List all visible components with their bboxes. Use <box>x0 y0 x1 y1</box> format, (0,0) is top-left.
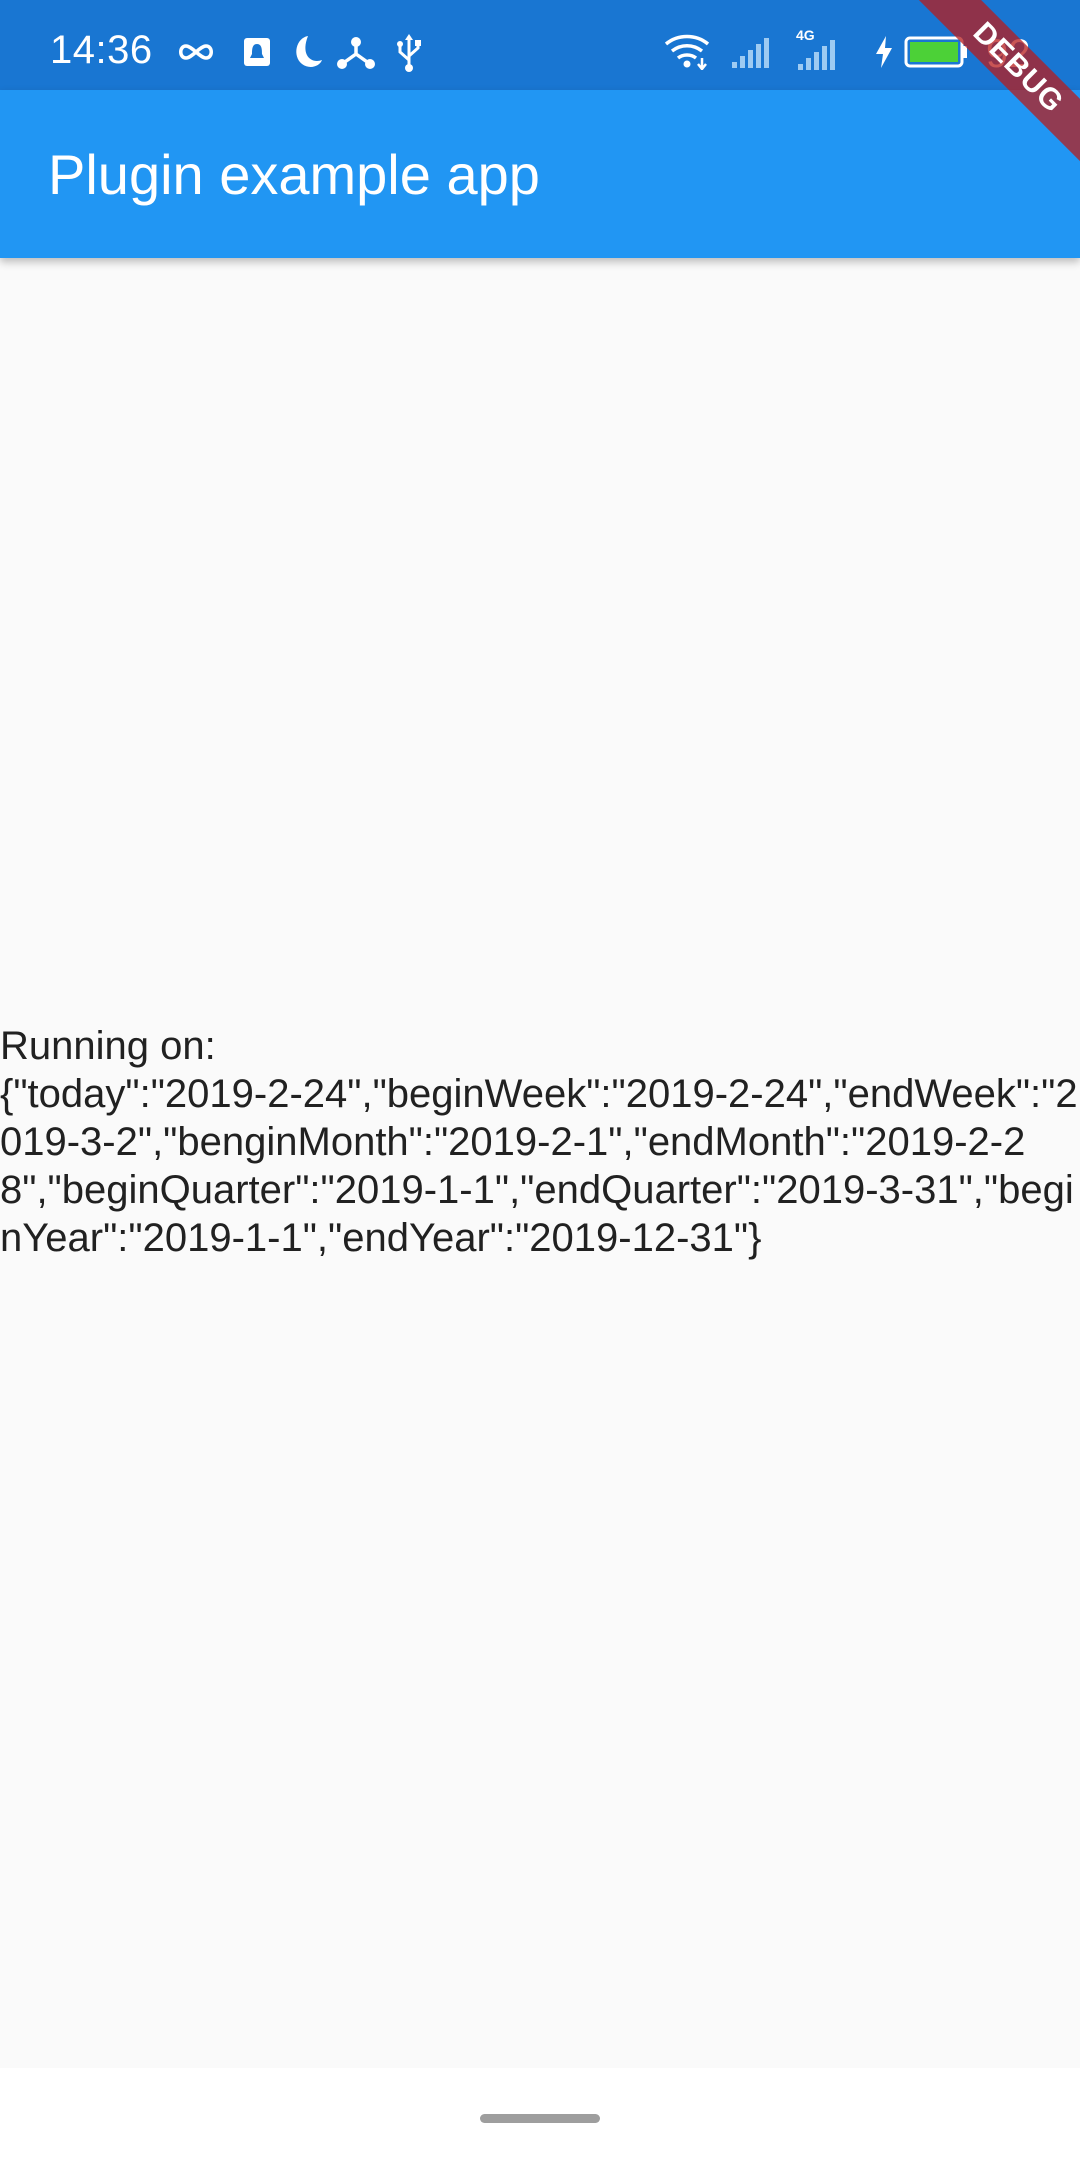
infinity-icon <box>176 34 216 70</box>
moon-icon <box>286 34 322 70</box>
status-time: 14:36 <box>50 28 153 72</box>
signal-4g-icon: 4G <box>796 27 842 70</box>
network-label: 4G <box>796 27 815 43</box>
home-gesture-handle[interactable] <box>480 2114 600 2123</box>
battery-icon <box>904 34 968 70</box>
signal-icon <box>730 34 772 70</box>
status-bar: 14:36 4G 92 <box>0 0 1080 90</box>
battery-level: 92 <box>986 32 1031 76</box>
app-bar: Plugin example app <box>0 90 1080 258</box>
usb-icon <box>394 34 424 72</box>
page-title: Plugin example app <box>48 143 540 206</box>
running-on-label: Running on: <box>0 1024 216 1068</box>
notification-icon <box>242 34 272 70</box>
navigation-bar <box>0 2068 1080 2160</box>
result-text: Running on: {"today":"2019-2-24","beginW… <box>0 1022 1080 1262</box>
charging-icon <box>874 34 894 70</box>
share-icon <box>336 34 376 70</box>
screen: 14:36 4G 92 Plugin example app Running o… <box>0 0 1080 2160</box>
wifi-icon <box>664 34 710 70</box>
result-json: {"today":"2019-2-24","beginWeek":"2019-2… <box>0 1072 1078 1260</box>
